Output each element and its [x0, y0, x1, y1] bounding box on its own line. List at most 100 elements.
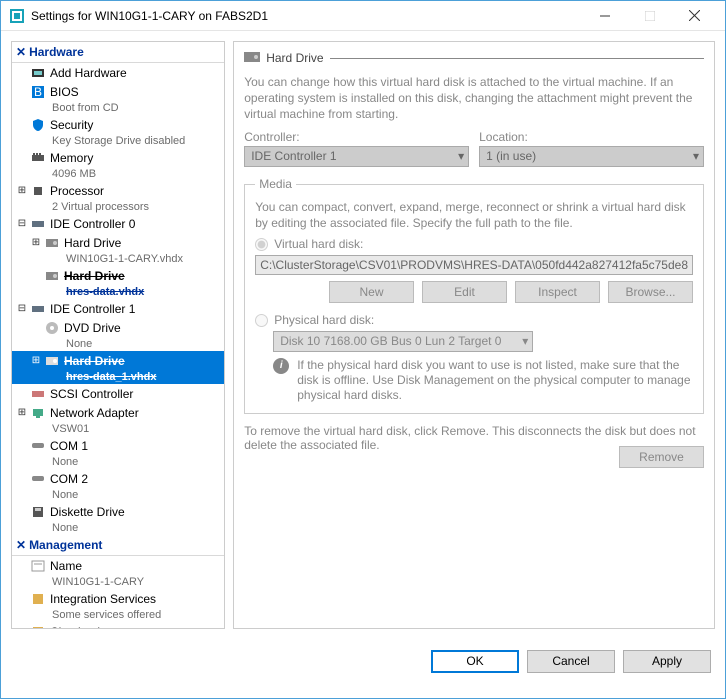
- tree-checkpoints[interactable]: Checkpoints: [12, 622, 224, 629]
- tree-ide0-hd[interactable]: ⊞ Hard Drive: [12, 233, 224, 252]
- diskette-icon: [30, 504, 46, 520]
- dvd-icon: [44, 320, 60, 336]
- tree-ide0-hd-sub: WIN10G1-1-CARY.vhdx: [12, 252, 224, 266]
- tree-ide1[interactable]: ⊟ IDE Controller 1: [12, 299, 224, 318]
- divider: [330, 58, 704, 59]
- tree-name[interactable]: Name: [12, 556, 224, 575]
- tree-ide1-hd[interactable]: ⊞ Hard Drive: [12, 351, 224, 370]
- tree-ide0-hd2[interactable]: Hard Drive: [12, 266, 224, 285]
- phd-info: If the physical hard disk you want to us…: [297, 358, 693, 403]
- details-pane: Hard Drive You can change how this virtu…: [233, 41, 715, 629]
- collapse-icon[interactable]: ⊟: [16, 301, 28, 317]
- tree-ide1-hd-sub: hres-data_1.vhdx: [12, 370, 224, 384]
- pane-description: You can change how this virtual hard dis…: [244, 74, 704, 122]
- tree-com2[interactable]: COM 2: [12, 469, 224, 488]
- tree-network[interactable]: ⊞ Network Adapter: [12, 403, 224, 422]
- close-button[interactable]: [672, 2, 717, 30]
- tree-add-hardware[interactable]: Add Hardware: [12, 63, 224, 82]
- tree-com2-sub: None: [12, 488, 224, 502]
- tree-bios-sub: Boot from CD: [12, 101, 224, 115]
- inspect-button: Inspect: [515, 281, 600, 303]
- tree-ide0-hd2-sub: hres-data.vhdx: [12, 285, 224, 299]
- expand-icon[interactable]: ⊞: [30, 353, 42, 369]
- bios-icon: B: [30, 84, 46, 100]
- settings-tree[interactable]: ✕ Hardware Add Hardware B BIOS Boot from…: [11, 41, 225, 629]
- processor-icon: [30, 183, 46, 199]
- network-icon: [30, 405, 46, 421]
- name-icon: [30, 558, 46, 574]
- collapse-icon[interactable]: ⊟: [16, 216, 28, 232]
- tree-memory-sub: 4096 MB: [12, 167, 224, 181]
- tree-ide0[interactable]: ⊟ IDE Controller 0: [12, 214, 224, 233]
- tree-bios[interactable]: B BIOS: [12, 82, 224, 101]
- media-description: You can compact, convert, expand, merge,…: [255, 199, 693, 231]
- harddrive-icon: [244, 50, 260, 66]
- chevron-down-icon: ✕: [16, 45, 26, 59]
- expand-icon[interactable]: ⊞: [16, 183, 28, 199]
- dialog-buttons: OK Cancel Apply: [1, 639, 725, 683]
- ok-button[interactable]: OK: [431, 650, 519, 673]
- titlebar: Settings for WIN10G1-1-CARY on FABS2D1: [1, 1, 725, 31]
- info-icon: i: [273, 358, 289, 374]
- new-button: New: [329, 281, 414, 303]
- window-title: Settings for WIN10G1-1-CARY on FABS2D1: [31, 9, 582, 23]
- controller-icon: [30, 301, 46, 317]
- tree-com1[interactable]: COM 1: [12, 436, 224, 455]
- controller-label: Controller:: [244, 130, 469, 144]
- section-hardware[interactable]: ✕ Hardware: [12, 42, 224, 63]
- svg-text:B: B: [34, 85, 42, 99]
- section-management[interactable]: ✕ Management: [12, 535, 224, 556]
- tree-ide1-dvd[interactable]: DVD Drive: [12, 318, 224, 337]
- media-legend: Media: [255, 177, 296, 191]
- tree-ide1-dvd-sub: None: [12, 337, 224, 351]
- tree-processor-sub: 2 Virtual processors: [12, 200, 224, 214]
- harddrive-icon: [44, 235, 60, 251]
- scsi-icon: [30, 386, 46, 402]
- add-hardware-icon: [30, 65, 46, 81]
- cancel-button[interactable]: Cancel: [527, 650, 615, 673]
- tree-com1-sub: None: [12, 455, 224, 469]
- integration-icon: [30, 591, 46, 607]
- com-port-icon: [30, 471, 46, 487]
- controller-icon: [30, 216, 46, 232]
- vhd-radio-label: Virtual hard disk:: [274, 237, 363, 251]
- tree-integration[interactable]: Integration Services: [12, 589, 224, 608]
- location-select: 1 (in use): [479, 146, 704, 167]
- section-hardware-label: Hardware: [29, 45, 84, 59]
- tree-integration-sub: Some services offered: [12, 608, 224, 622]
- memory-icon: [30, 150, 46, 166]
- settings-icon: [9, 8, 25, 24]
- location-label: Location:: [479, 130, 704, 144]
- maximize-button: [627, 2, 672, 30]
- tree-security[interactable]: Security: [12, 115, 224, 134]
- vhd-path-input: C:\ClusterStorage\CSV01\PRODVMS\HRES-DAT…: [255, 255, 693, 275]
- chevron-down-icon: ✕: [16, 538, 26, 552]
- expand-icon[interactable]: ⊞: [30, 235, 42, 251]
- minimize-button[interactable]: [582, 2, 627, 30]
- expand-icon[interactable]: ⊞: [16, 405, 28, 421]
- tree-diskette-sub: None: [12, 521, 224, 535]
- phd-select: Disk 10 7168.00 GB Bus 0 Lun 2 Target 0: [273, 331, 533, 352]
- tree-security-sub: Key Storage Drive disabled: [12, 134, 224, 148]
- com-port-icon: [30, 438, 46, 454]
- tree-scsi[interactable]: SCSI Controller: [12, 384, 224, 403]
- edit-button: Edit: [422, 281, 507, 303]
- tree-memory[interactable]: Memory: [12, 148, 224, 167]
- pane-title: Hard Drive: [266, 51, 323, 65]
- media-group: Media You can compact, convert, expand, …: [244, 177, 704, 414]
- tree-diskette[interactable]: Diskette Drive: [12, 502, 224, 521]
- shield-icon: [30, 117, 46, 133]
- section-management-label: Management: [29, 538, 102, 552]
- apply-button[interactable]: Apply: [623, 650, 711, 673]
- harddrive-icon: [44, 353, 60, 369]
- vhd-radio: [255, 238, 268, 251]
- controller-select: IDE Controller 1: [244, 146, 469, 167]
- tree-network-sub: VSW01: [12, 422, 224, 436]
- browse-button: Browse...: [608, 281, 693, 303]
- checkpoints-icon: [30, 624, 46, 629]
- tree-name-sub: WIN10G1-1-CARY: [12, 575, 224, 589]
- harddrive-icon: [44, 268, 60, 284]
- tree-processor[interactable]: ⊞ Processor: [12, 181, 224, 200]
- phd-radio-label: Physical hard disk:: [274, 313, 374, 327]
- remove-button: Remove: [619, 446, 704, 468]
